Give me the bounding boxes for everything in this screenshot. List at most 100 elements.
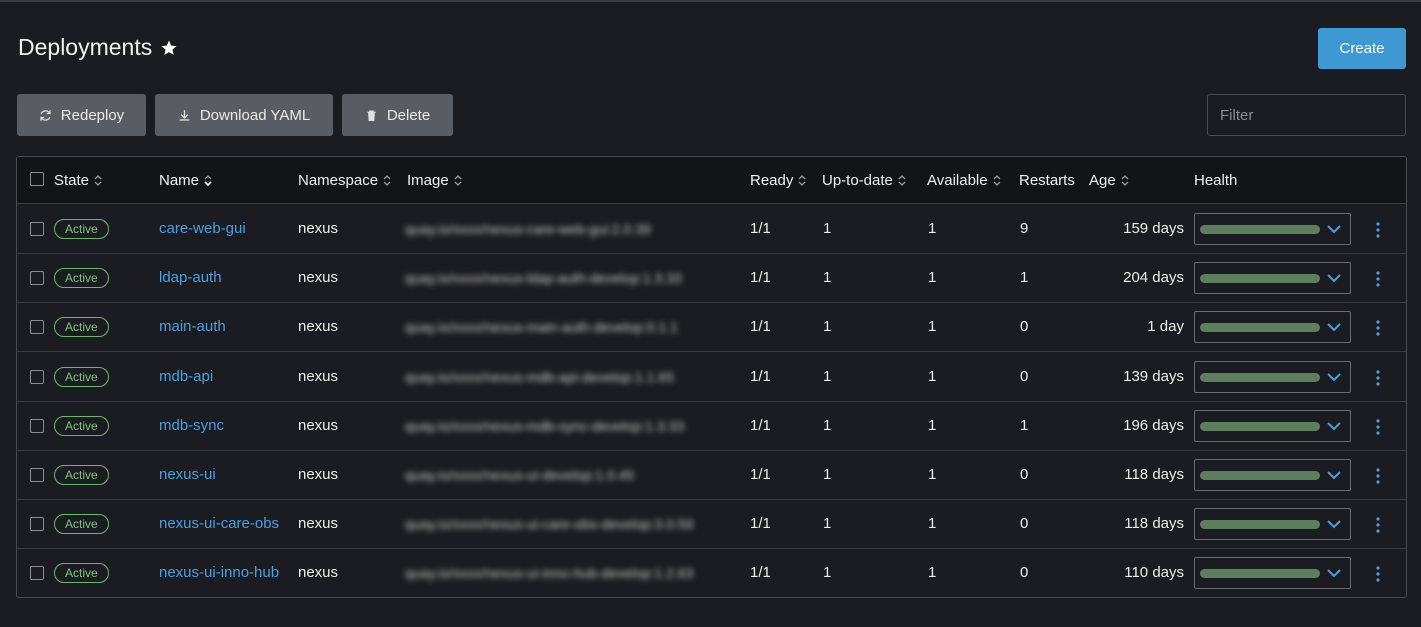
create-button[interactable]: Create [1318,28,1406,69]
column-ready[interactable]: Ready [750,172,806,189]
column-age-label: Age [1089,172,1116,189]
health-dropdown[interactable] [1194,213,1351,245]
deployment-name-link[interactable]: mdb-sync [159,417,224,434]
column-up-to-date-label: Up-to-date [822,172,893,189]
up-to-date-cell: 1 [823,466,832,483]
column-health: Health [1194,172,1237,189]
namespace-cell: nexus [298,220,339,237]
sort-icon [454,175,462,186]
download-yaml-label: Download YAML [199,106,311,124]
more-actions-icon[interactable] [1372,319,1384,337]
health-bar [1200,323,1320,333]
deployment-name-link[interactable]: mdb-api [159,368,213,385]
chevron-down-icon [1327,471,1341,480]
restarts-cell: 0 [1020,564,1029,582]
row-checkbox[interactable] [30,468,44,482]
age-cell: 139 days [1123,367,1184,385]
redeploy-button[interactable]: Redeploy [17,94,146,136]
restarts-cell: 0 [1020,515,1029,533]
select-all-checkbox[interactable] [30,172,44,186]
health-bar [1200,520,1320,530]
more-actions-icon[interactable] [1372,516,1384,534]
column-namespace-label: Namespace [298,172,379,189]
deployment-name-link[interactable]: care-web-gui [159,220,246,237]
health-dropdown[interactable] [1194,409,1351,442]
deployment-name-link[interactable]: ldap-auth [159,269,222,286]
status-badge: Active [54,563,109,584]
more-actions-icon[interactable] [1372,467,1384,485]
ready-cell: 1/1 [750,416,771,434]
health-dropdown[interactable] [1194,557,1351,590]
up-to-date-cell: 1 [823,564,832,582]
filter-input[interactable] [1207,94,1406,136]
deployment-name-link[interactable]: main-auth [159,318,226,335]
column-up-to-date[interactable]: Up-to-date [822,172,906,189]
column-restarts[interactable]: Restarts [1019,172,1075,189]
ready-cell: 1/1 [750,564,771,582]
delete-button[interactable]: Delete [342,94,453,136]
column-available-label: Available [927,172,988,189]
health-dropdown[interactable] [1194,311,1351,344]
more-actions-icon[interactable] [1372,369,1384,387]
namespace-cell: nexus [298,318,339,336]
deployment-name-link[interactable]: nexus-ui [159,466,216,483]
ready-cell: 1/1 [750,269,771,287]
up-to-date-cell: 1 [823,416,832,434]
column-image[interactable]: Image [407,172,462,189]
image-cell: quay.io/xxxx/nexus-ui-inno-hub-develop:1… [405,565,694,582]
health-dropdown[interactable] [1194,262,1351,295]
table-row: Active ldap-auth nexus quay.io/xxxx/nexu… [17,254,1406,304]
deployment-name-link[interactable]: nexus-ui-care-obs [159,515,279,532]
trash-icon [367,109,376,121]
available-cell: 1 [928,564,937,582]
more-actions-icon[interactable] [1372,221,1384,239]
row-checkbox[interactable] [30,271,44,286]
star-icon[interactable] [160,39,178,57]
column-name-label: Name [159,172,200,189]
row-checkbox[interactable] [30,369,44,384]
column-available[interactable]: Available [927,172,1001,189]
restarts-cell: 0 [1020,318,1029,336]
row-checkbox[interactable] [30,222,44,236]
column-namespace[interactable]: Namespace [298,172,391,189]
more-actions-icon[interactable] [1372,418,1384,436]
page-title: Deployments [18,34,153,60]
page-header: Deployments [18,34,178,61]
age-cell: 196 days [1123,416,1184,434]
health-dropdown[interactable] [1194,459,1351,491]
age-cell: 118 days [1124,466,1184,483]
ready-cell: 1/1 [750,367,771,385]
row-checkbox[interactable] [30,566,44,581]
column-name[interactable]: Name [159,172,212,189]
image-cell: quay.io/xxxx/nexus-ui-care-obs-develop:3… [405,516,694,533]
status-badge: Active [54,465,109,485]
row-checkbox[interactable] [30,517,44,532]
table-row: Active care-web-gui nexus quay.io/xxxx/n… [17,205,1406,254]
deployment-name-link[interactable]: nexus-ui-inno-hub [159,564,279,581]
health-bar [1200,471,1320,480]
restarts-cell: 0 [1020,466,1029,483]
status-badge: Active [54,415,109,436]
column-state[interactable]: State [54,172,102,189]
row-checkbox[interactable] [30,320,44,335]
chevron-down-icon [1327,274,1341,283]
image-cell: quay.io/xxxx/nexus-ldap-auth-develop:1.3… [405,270,682,287]
chevron-down-icon [1327,372,1341,382]
image-cell: quay.io/xxxx/nexus-care-web-gui:2.0.39 [405,221,651,237]
restarts-cell: 1 [1020,416,1029,434]
health-dropdown[interactable] [1194,360,1351,393]
status-badge: Active [54,317,109,338]
namespace-cell: nexus [298,515,339,533]
column-age[interactable]: Age [1089,172,1129,189]
health-bar [1200,225,1320,234]
more-actions-icon[interactable] [1372,270,1384,288]
namespace-cell: nexus [298,367,339,385]
namespace-cell: nexus [298,564,339,582]
chevron-down-icon [1327,520,1341,529]
age-cell: 204 days [1123,269,1184,287]
download-yaml-button[interactable]: Download YAML [155,94,333,136]
row-checkbox[interactable] [30,418,44,433]
health-dropdown[interactable] [1194,508,1351,541]
table-row: Active nexus-ui-care-obs nexus quay.io/x… [17,500,1406,550]
more-actions-icon[interactable] [1372,565,1384,583]
